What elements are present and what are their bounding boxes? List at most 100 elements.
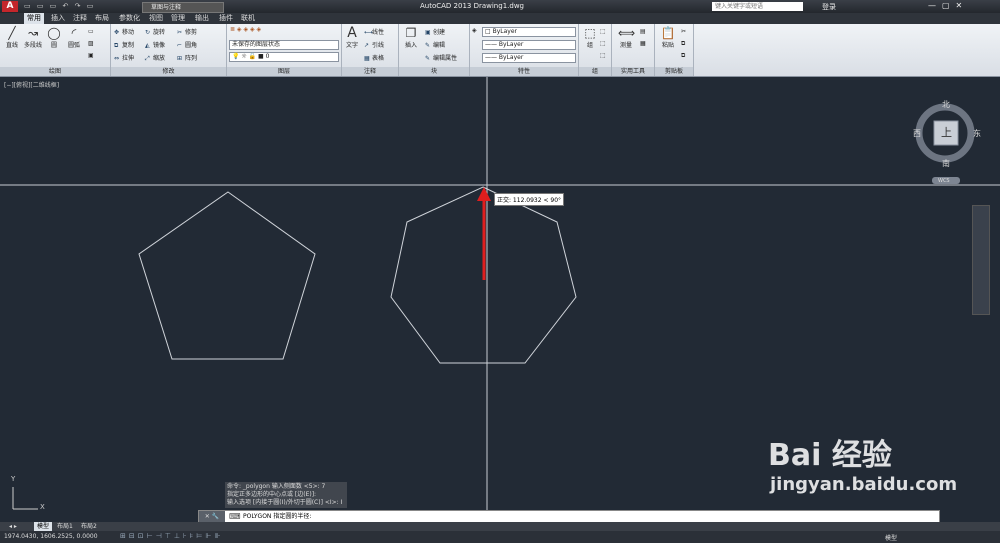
pentagon-shape[interactable] [138, 191, 316, 360]
navigation-bar[interactable] [972, 205, 990, 315]
measure-icon: ⟺ [618, 26, 636, 40]
wcs-label[interactable]: WCS [938, 178, 950, 184]
insert-button[interactable]: ❐ 插入 [400, 26, 422, 49]
login-button[interactable]: 登录 [822, 2, 836, 12]
create-block-button[interactable]: ▣ 创建 [425, 27, 445, 36]
edit-block-button[interactable]: ✎ 编辑 [425, 40, 445, 49]
panel-title-annotation[interactable]: 注释 [342, 67, 398, 76]
match-icon[interactable]: ⧉ [681, 52, 685, 60]
panel-annotation: A 文字 ⟷线性 ↗ 引线 ▦ 表格 注释 [342, 24, 399, 76]
layout-nav-arrows[interactable]: ◂ ▸ [6, 522, 20, 531]
polyline-button[interactable]: ↝ 多段线 [22, 26, 44, 49]
tab-insert[interactable]: 插入 [48, 13, 68, 24]
viewcube-south[interactable]: 南 [942, 158, 950, 169]
scale-button[interactable]: ⤢ 缩放 [145, 53, 165, 63]
boundary-icon[interactable]: ▣ [88, 52, 94, 59]
move-button[interactable]: ✥ 移动 [114, 27, 134, 36]
tab-model[interactable]: 模型 [34, 522, 53, 531]
tab-plugins[interactable]: 插件 [216, 13, 236, 24]
viewcube-west[interactable]: 西 [913, 128, 921, 139]
panel-utilities: ⟺ 测量 ▤ ▦ 实用工具 [612, 24, 655, 76]
fillet-button[interactable]: ⌐ 圆角 [177, 40, 197, 49]
fillet-icon: ⌐ [177, 42, 183, 49]
hatch-icon[interactable]: ▨ [88, 40, 94, 47]
tab-layout2[interactable]: 布局2 [78, 522, 100, 531]
create-block-icon: ▣ [425, 29, 431, 36]
lineweight-dropdown[interactable]: —— ByLayer [482, 53, 576, 63]
group-button[interactable]: ⬚ 组 [581, 26, 599, 49]
table-button[interactable]: ▦ 表格 [364, 53, 384, 62]
copy-button[interactable]: ⧉ 复制 [114, 40, 134, 50]
tab-online[interactable]: 联机 [238, 13, 258, 24]
paste-button[interactable]: 📋 粘贴 [657, 26, 679, 49]
window-controls[interactable]: —▢✕ [928, 1, 968, 10]
panel-groups: ⬚ 组 ⬚ ⬚ ⬚ 组 [579, 24, 612, 76]
panel-title-block[interactable]: 块 [399, 67, 469, 76]
status-bar: 1974.0430, 1606.2525, 0.0000 ⊞⊟⊡⊢⊣⊤⊥⊦⊧⊨⊩… [0, 531, 1000, 543]
model-space-button[interactable]: 模型 [885, 533, 897, 542]
panel-title-draw[interactable]: 绘图 [0, 67, 110, 76]
match-properties-icon[interactable]: ◈ [472, 27, 477, 34]
text-icon: A [347, 25, 357, 41]
tab-annotate[interactable]: 注释 [70, 13, 90, 24]
viewcube-east[interactable]: 东 [973, 128, 981, 139]
leader-button[interactable]: ↗ 引线 [364, 40, 384, 49]
search-input[interactable]: 键入关键字或短语 [712, 2, 803, 11]
tab-layout[interactable]: 布局 [92, 13, 112, 24]
group-edit-icon[interactable]: ⬚ [600, 40, 606, 47]
copy-clip-icon[interactable]: ⧉ [681, 40, 685, 48]
panel-title-groups[interactable]: 组 [579, 67, 611, 76]
layer-dropdown[interactable]: 💡 ☼ 🔓 ■ 0 [229, 52, 339, 62]
tab-home[interactable]: 常用 [24, 13, 44, 24]
mirror-button[interactable]: ◭ 镜像 [145, 40, 165, 49]
command-line-handle[interactable]: ✕ 🔧 [199, 511, 225, 522]
panel-title-clipboard[interactable]: 剪贴板 [655, 67, 693, 76]
stretch-button[interactable]: ⇔ 拉伸 [114, 53, 134, 62]
tab-manage[interactable]: 管理 [168, 13, 188, 24]
panel-title-layers[interactable]: 图层 [227, 67, 341, 76]
quick-select-icon[interactable]: ▤ [640, 28, 646, 35]
ungroup-icon[interactable]: ⬚ [600, 28, 606, 35]
panel-title-modify[interactable]: 修改 [111, 67, 226, 76]
panel-title-properties[interactable]: 特性 [470, 67, 578, 76]
tab-output[interactable]: 输出 [192, 13, 212, 24]
layer-state-dropdown[interactable]: 未保存的图层状态 [229, 40, 339, 50]
array-button[interactable]: ⊞ 阵列 [177, 53, 197, 62]
application-menu-button[interactable]: A [2, 1, 18, 12]
linear-button[interactable]: ⟷线性 [364, 27, 384, 36]
text-button[interactable]: A 文字 [343, 26, 361, 49]
drafting-toggle-icons[interactable]: ⊞⊟⊡⊢⊣⊤⊥⊦⊧⊨⊩⊪ [120, 532, 224, 540]
measure-button[interactable]: ⟺ 测量 [614, 26, 638, 49]
panel-draw: ╱ 直线 ↝ 多段线 ◯ 圆 ◜ 圆弧 ▭ ▨ ▣ 绘图 [0, 24, 111, 76]
arc-button[interactable]: ◜ 圆弧 [64, 26, 84, 49]
command-prompt[interactable]: POLYGON 指定圆的半径: [243, 512, 311, 521]
trim-button[interactable]: ✂ 修剪 [177, 27, 197, 36]
viewcube[interactable] [915, 103, 975, 184]
ribbon: ╱ 直线 ↝ 多段线 ◯ 圆 ◜ 圆弧 ▭ ▨ ▣ 绘图 ✥ 移动 ↻ 旋转 ✂ 修剪 ⧉ 复制… [0, 24, 1000, 77]
edit-attributes-button[interactable]: ✎ 编辑属性 [425, 53, 457, 62]
move-icon: ✥ [114, 29, 120, 36]
tab-parametric[interactable]: 参数化 [116, 13, 143, 24]
viewcube-face-label[interactable]: 上 [941, 124, 952, 140]
calculator-icon[interactable]: ▦ [640, 40, 646, 47]
color-dropdown[interactable]: □ ByLayer [482, 27, 576, 37]
rectangle-icon[interactable]: ▭ [88, 28, 94, 35]
quick-access-toolbar[interactable]: ▭ ▭ ▭ ↶ ↷ ▭ [24, 2, 95, 10]
circle-icon: ◯ [47, 26, 61, 40]
circle-button[interactable]: ◯ 圆 [44, 26, 64, 49]
viewcube-north[interactable]: 北 [942, 99, 950, 110]
cut-icon[interactable]: ✂ [681, 28, 686, 35]
workspace-selector[interactable]: 草图与注释 [142, 2, 224, 13]
copy-icon: ⧉ [114, 42, 119, 49]
rotate-button[interactable]: ↻ 旋转 [145, 27, 165, 36]
coordinates-readout[interactable]: 1974.0430, 1606.2525, 0.0000 [4, 533, 98, 540]
array-icon: ⊞ [177, 55, 183, 62]
group-select-icon[interactable]: ⬚ [600, 52, 606, 59]
tab-layout1[interactable]: 布局1 [54, 522, 76, 531]
layer-properties-icon[interactable]: ≣ ◈ ◈ ◈ ◈ [230, 26, 261, 33]
tab-view[interactable]: 视图 [146, 13, 166, 24]
edit-attributes-icon: ✎ [425, 55, 431, 62]
panel-title-utilities[interactable]: 实用工具 [612, 67, 654, 76]
linetype-dropdown[interactable]: —— ByLayer [482, 40, 576, 50]
line-button[interactable]: ╱ 直线 [2, 26, 22, 49]
